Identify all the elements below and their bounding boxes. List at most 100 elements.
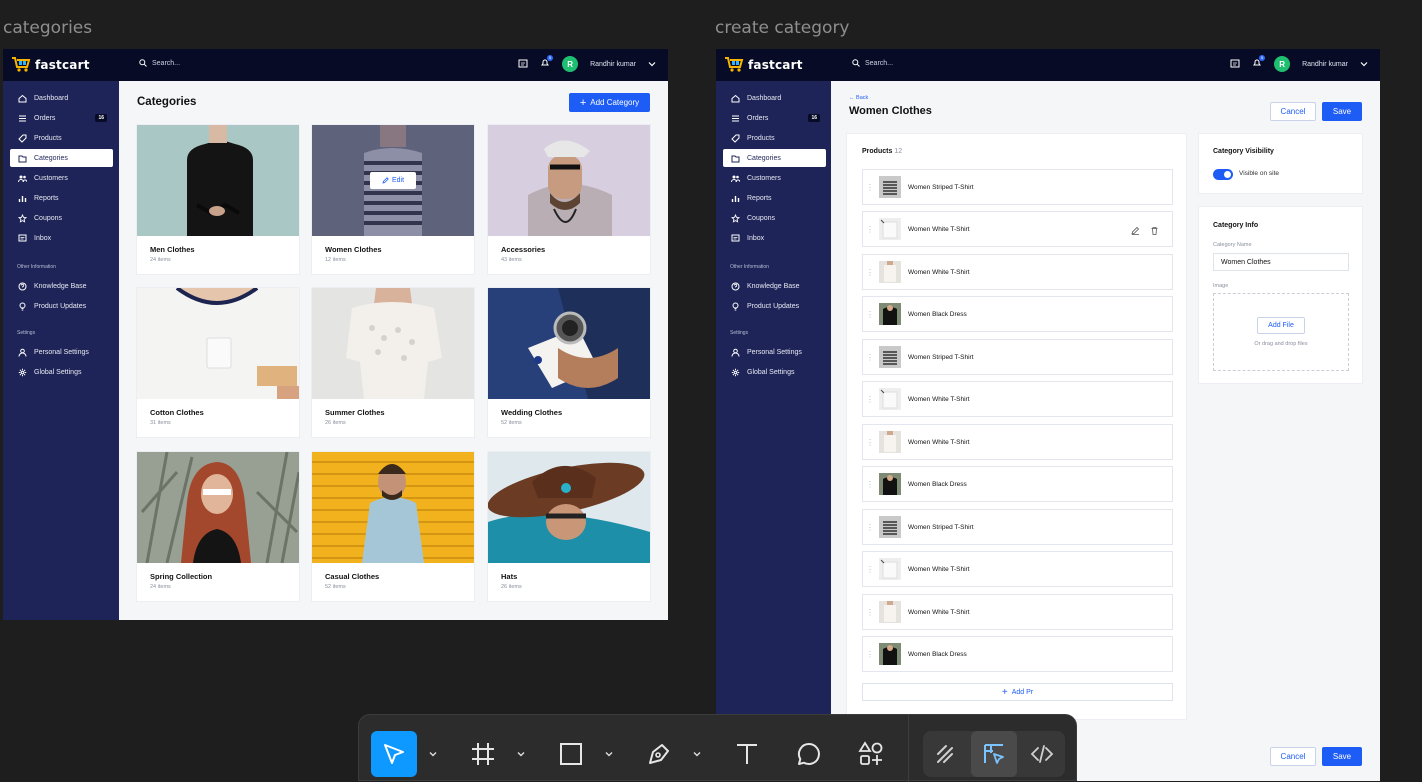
category-name-field[interactable]: Women Clothes (1213, 253, 1349, 271)
notification-bell[interactable]: 5 (1252, 55, 1266, 70)
sidebar-item-customers[interactable]: Customers (10, 169, 113, 187)
drag-handle-icon[interactable]: ⋮ (863, 438, 877, 447)
sidebar-item-coupons[interactable]: Coupons (723, 209, 826, 227)
chevron-down-icon[interactable] (693, 750, 701, 758)
product-row[interactable]: ⋮ Women White T-Shirt (862, 551, 1173, 587)
sidebar-item-personal-settings[interactable]: Personal Settings (10, 343, 113, 361)
save-button[interactable]: Save (1322, 102, 1362, 121)
drag-handle-icon[interactable]: ⋮ (863, 268, 877, 277)
product-row[interactable]: ⋮ Women White T-Shirt (862, 594, 1173, 630)
product-row[interactable]: ⋮ Women Black Dress (862, 466, 1173, 502)
product-row[interactable]: ⋮ Women Striped T-Shirt (862, 509, 1173, 545)
draw-mode-button[interactable] (923, 731, 969, 777)
notification-bell[interactable]: 5 (540, 55, 554, 70)
product-row[interactable]: ⋮ Women Black Dress (862, 636, 1173, 672)
edit-icon[interactable] (1131, 226, 1140, 235)
save-button-bottom[interactable]: Save (1322, 747, 1362, 766)
user-name[interactable]: Randhir kumar (1302, 61, 1348, 68)
trash-icon[interactable] (1150, 226, 1159, 235)
category-card-men-clothes[interactable]: Men Clothes 24 items (137, 125, 299, 274)
product-row[interactable]: ⋮ Women Black Dress (862, 296, 1173, 332)
sidebar-item-knowledge-base[interactable]: Knowledge Base (10, 277, 113, 295)
sidebar-item-orders[interactable]: Orders 16 (10, 109, 113, 127)
add-file-button[interactable]: Add File (1257, 317, 1305, 334)
drag-handle-icon[interactable]: ⋮ (863, 608, 877, 617)
sidebar-item-coupons[interactable]: Coupons (10, 209, 113, 227)
logo[interactable]: fastcart (724, 56, 803, 73)
category-card-spring-collection[interactable]: Spring Collection 24 items (137, 452, 299, 601)
sidebar-item-reports[interactable]: Reports (10, 189, 113, 207)
dev-mode-button[interactable] (1019, 731, 1065, 777)
sidebar-item-customers[interactable]: Customers (723, 169, 826, 187)
back-link[interactable]: ← Back (849, 95, 868, 101)
sidebar-item-reports[interactable]: Reports (723, 189, 826, 207)
visibility-toggle[interactable] (1213, 169, 1233, 180)
product-row[interactable]: ⋮ Women White T-Shirt (862, 254, 1173, 290)
avatar[interactable]: R (1274, 56, 1291, 72)
frame-tool-button[interactable] (460, 731, 506, 777)
sidebar-item-products[interactable]: Products (10, 129, 113, 147)
cancel-button-bottom[interactable]: Cancel (1270, 747, 1316, 766)
product-row[interactable]: ⋮ Women Striped T-Shirt (862, 339, 1173, 375)
drag-handle-icon[interactable]: ⋮ (863, 523, 877, 532)
sidebar-item-orders[interactable]: Orders 16 (723, 109, 826, 127)
drag-handle-icon[interactable]: ⋮ (863, 480, 877, 489)
design-mode-button[interactable] (971, 731, 1017, 777)
logo[interactable]: fastcart (11, 56, 90, 73)
frame-label-create-category[interactable]: create category (715, 18, 850, 38)
frame-label-categories[interactable]: categories (3, 18, 92, 38)
message-icon[interactable] (518, 59, 528, 69)
sidebar-item-product-updates[interactable]: Product Updates (723, 297, 826, 315)
chevron-down-icon[interactable] (429, 750, 437, 758)
category-card-hats[interactable]: Hats 26 items (488, 452, 650, 601)
category-card-casual-clothes[interactable]: Casual Clothes 52 items (312, 452, 474, 601)
sidebar-item-categories[interactable]: Categories (10, 149, 113, 167)
edit-chip-button[interactable]: Edit (370, 172, 416, 189)
add-category-button[interactable]: + Add Category (569, 93, 650, 112)
sidebar-item-inbox[interactable]: Inbox (723, 229, 826, 247)
sidebar-item-personal-settings[interactable]: Personal Settings (723, 343, 826, 361)
search-input[interactable]: Search... (139, 59, 180, 67)
category-card-cotton-clothes[interactable]: Cotton Clothes 31 items (137, 288, 299, 437)
chevron-down-icon[interactable] (605, 750, 613, 758)
product-row[interactable]: ⋮ Women White T-Shirt (862, 211, 1173, 247)
drag-handle-icon[interactable]: ⋮ (863, 353, 877, 362)
sidebar-item-knowledge-base[interactable]: Knowledge Base (723, 277, 826, 295)
add-product-button[interactable]: + Add Pr (862, 683, 1173, 701)
user-name[interactable]: Randhir kumar (590, 61, 636, 68)
sidebar-item-dashboard[interactable]: Dashboard (10, 89, 113, 107)
drag-handle-icon[interactable]: ⋮ (863, 565, 877, 574)
category-card-summer-clothes[interactable]: Summer Clothes 26 items (312, 288, 474, 437)
product-row[interactable]: ⋮ Women Striped T-Shirt (862, 169, 1173, 205)
sidebar-item-product-updates[interactable]: Product Updates (10, 297, 113, 315)
sidebar-item-global-settings[interactable]: Global Settings (723, 363, 826, 381)
avatar[interactable]: R (562, 56, 579, 72)
comment-tool-button[interactable] (786, 731, 832, 777)
message-icon[interactable] (1230, 59, 1240, 69)
chevron-down-icon[interactable] (1360, 61, 1368, 67)
drag-handle-icon[interactable]: ⋮ (863, 650, 877, 659)
drag-handle-icon[interactable]: ⋮ (863, 183, 877, 192)
cancel-button[interactable]: Cancel (1270, 102, 1316, 121)
sidebar-item-products[interactable]: Products (723, 129, 826, 147)
drag-handle-icon[interactable]: ⋮ (863, 225, 877, 234)
drag-handle-icon[interactable]: ⋮ (863, 395, 877, 404)
category-card-accessories[interactable]: Accessories 43 items (488, 125, 650, 274)
rectangle-tool-button[interactable] (548, 731, 594, 777)
move-tool-button[interactable] (371, 731, 417, 777)
search-input[interactable]: Search... (852, 59, 893, 67)
sidebar-item-global-settings[interactable]: Global Settings (10, 363, 113, 381)
chevron-down-icon[interactable] (517, 750, 525, 758)
sidebar-item-dashboard[interactable]: Dashboard (723, 89, 826, 107)
sidebar-item-categories[interactable]: Categories (723, 149, 826, 167)
text-tool-button[interactable] (724, 731, 770, 777)
sidebar-item-inbox[interactable]: Inbox (10, 229, 113, 247)
product-row[interactable]: ⋮ Women White T-Shirt (862, 424, 1173, 460)
category-card-women-clothes[interactable]: Edit Women Clothes 12 items (312, 125, 474, 274)
chevron-down-icon[interactable] (648, 61, 656, 67)
assets-tool-button[interactable] (848, 731, 894, 777)
category-card-wedding-clothes[interactable]: Wedding Clothes 52 items (488, 288, 650, 437)
product-row[interactable]: ⋮ Women White T-Shirt (862, 381, 1173, 417)
drag-handle-icon[interactable]: ⋮ (863, 310, 877, 319)
pen-tool-button[interactable] (636, 731, 682, 777)
